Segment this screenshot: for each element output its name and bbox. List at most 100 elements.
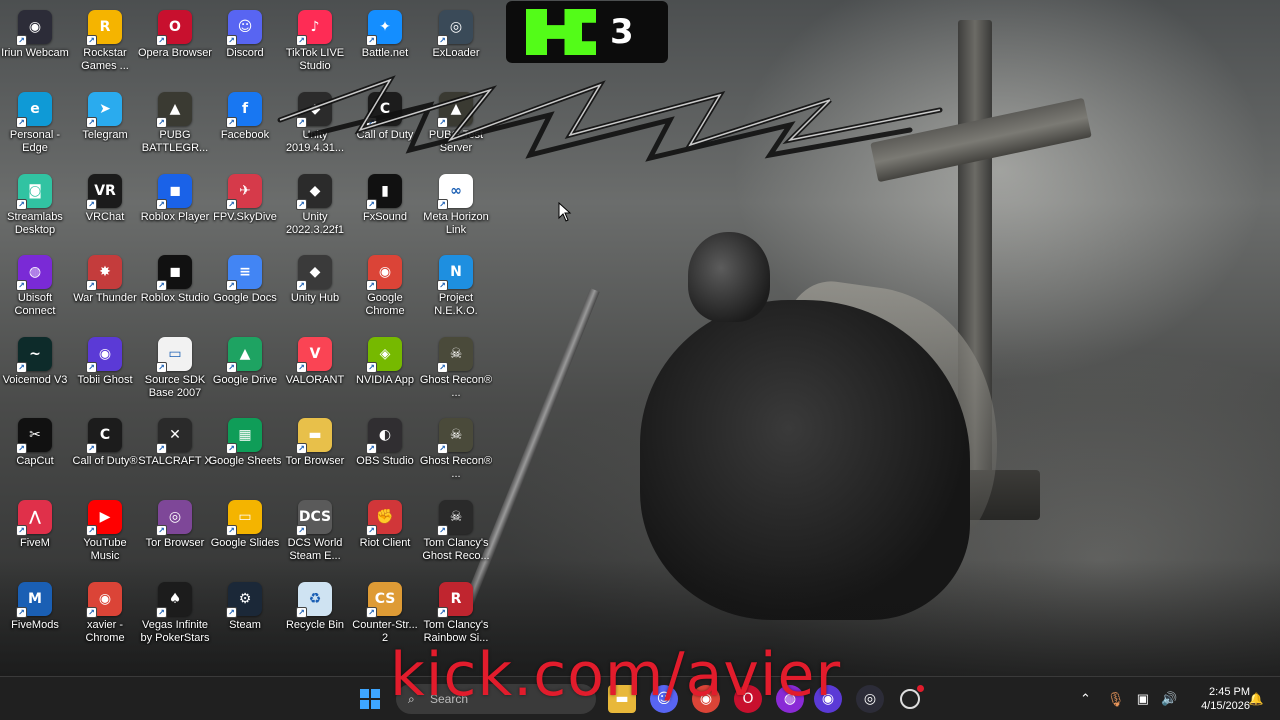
desktop-icon[interactable]: ◼ ↗ Roblox Player	[140, 170, 210, 250]
taskbar-clock[interactable]: 2:45 PM 4/15/2026	[1186, 685, 1250, 713]
desktop-icon[interactable]: ◉ ↗ Google Chrome	[350, 251, 420, 331]
desktop-icon-label: FPV.SkyDive	[213, 211, 277, 223]
iriun-taskbar-icon[interactable]: ◎	[856, 685, 884, 713]
desktop-icon[interactable]: ☠ ↗ Ghost Recon® ...	[420, 333, 492, 413]
desktop-icon[interactable]: ✸ ↗ War Thunder	[70, 251, 140, 331]
desktop-icon-label: YouTube Music	[83, 537, 127, 562]
obs-icon: ◐ ↗	[366, 418, 402, 454]
desktop-icon-label: Iriun Webcam	[1, 47, 69, 59]
shortcut-arrow-icon: ↗	[86, 35, 97, 46]
desktop-icon[interactable]: N ↗ Project N.E.K.O.	[421, 251, 491, 331]
desktop-icon[interactable]: ◐ ↗ OBS Studio	[350, 414, 420, 494]
folder-icon: ▬ ↗	[296, 418, 332, 454]
shortcut-arrow-icon: ↗	[156, 199, 167, 210]
desktop-icon[interactable]: M ↗ FiveMods	[0, 578, 70, 658]
ghost-recon-icon: ☠ ↗	[437, 337, 473, 373]
desktop-icon[interactable]: ~ ↗ Voicemod V3	[0, 333, 70, 413]
shortcut-arrow-icon: ↗	[16, 35, 27, 46]
desktop-icon[interactable]: ▲ ↗ Google Drive	[210, 333, 280, 413]
desktop-icon[interactable]: ⋀ ↗ FiveM	[0, 496, 70, 576]
valorant-icon: V ↗	[296, 337, 332, 373]
tiktok-icon: ♪ ↗	[296, 10, 332, 46]
desktop-icon[interactable]: ◉ ↗ xavier - Chrome	[70, 578, 140, 658]
desktop-icon[interactable]: ◎ ↗ Tor Browser	[140, 496, 210, 576]
tray-overflow-chevron-icon[interactable]: ⌃	[1080, 691, 1091, 707]
desktop-icon[interactable]: ◼ ↗ Roblox Studio	[140, 251, 210, 331]
desktop-icon[interactable]: ▶ ↗ YouTube Music	[70, 496, 140, 576]
ghost-recon-icon: ☠ ↗	[437, 418, 473, 454]
desktop-icon[interactable]: ♻ ↗ Recycle Bin	[280, 578, 350, 658]
desktop-icon[interactable]: ➤ ↗ Telegram	[70, 88, 140, 168]
shortcut-arrow-icon: ↗	[437, 199, 448, 210]
desktop-icon-label: Opera Browser	[138, 47, 212, 59]
shortcut-arrow-icon: ↗	[86, 443, 97, 454]
desktop-icon[interactable]: DCS ↗ DCS World Steam E...	[280, 496, 350, 576]
desktop-icon-label: NVIDIA App	[355, 374, 415, 386]
desktop-icon[interactable]: ♠ ↗ Vegas Infinite by PokerStars	[140, 578, 210, 658]
shortcut-arrow-icon: ↗	[437, 525, 448, 536]
shortcut-arrow-icon: ↗	[86, 607, 97, 618]
desktop-icon[interactable]: ▭ ↗ Source SDK Base 2007	[140, 333, 210, 413]
desktop-icon[interactable]: C ↗ Call of Duty®	[70, 414, 140, 494]
telegram-icon: ➤ ↗	[86, 92, 122, 128]
shortcut-arrow-icon: ↗	[226, 362, 237, 373]
tor-icon: ◎ ↗	[156, 500, 192, 536]
graffiti-overlay	[277, 75, 943, 162]
ubisoft-icon: ◍ ↗	[16, 255, 52, 291]
neko-icon: N ↗	[437, 255, 473, 291]
desktop-icon[interactable]: ▭ ↗ Google Slides	[210, 496, 280, 576]
desktop-icon-label: Riot Client	[359, 537, 411, 549]
shortcut-arrow-icon: ↗	[366, 443, 377, 454]
desktop-icon[interactable]: ✊ ↗ Riot Client	[350, 496, 420, 576]
desktop-icon[interactable]: VR ↗ VRChat	[70, 170, 140, 250]
capcut-icon: ✂ ↗	[16, 418, 52, 454]
desktop-icon-label: Ghost Recon® ...	[419, 455, 493, 480]
desktop-icon[interactable]: ⚙ ↗ Steam	[210, 578, 280, 658]
desktop-icon[interactable]: ☠ ↗ Ghost Recon® ...	[419, 414, 493, 494]
desktop-icon[interactable]: ≡ ↗ Google Docs	[210, 251, 280, 331]
notifications-icon[interactable]: 🔔	[1246, 685, 1266, 713]
desktop-icon[interactable]: ▲ ↗ PUBG BATTLEGR...	[140, 88, 210, 168]
shortcut-arrow-icon: ↗	[86, 117, 97, 128]
desktop-icon[interactable]: ◆ ↗ Unity 2022.3.22f1	[280, 170, 350, 250]
riot-icon: ✊ ↗	[366, 500, 402, 536]
desktop-icon[interactable]: e ↗ Personal - Edge	[0, 88, 70, 168]
desktop-icon-label: Google Drive	[212, 374, 278, 386]
shortcut-arrow-icon: ↗	[296, 525, 307, 536]
microphone-icon[interactable]: 🎙	[1107, 691, 1125, 708]
desktop-icon[interactable]: ◆ ↗ Unity Hub	[280, 251, 350, 331]
desktop-icon[interactable]: ✂ ↗ CapCut	[0, 414, 70, 494]
desktop-icon-label: VALORANT	[285, 374, 345, 386]
desktop-icon[interactable]: ▮ ↗ FxSound	[350, 170, 420, 250]
tobii-icon: ◉ ↗	[86, 337, 122, 373]
youtube-music-icon: ▶ ↗	[86, 500, 122, 536]
desktop-icon[interactable]: ◙ ↗ Streamlabs Desktop	[0, 170, 70, 250]
desktop-icon[interactable]: ✈ ↗ FPV.SkyDive	[210, 170, 280, 250]
warthunder-icon: ✸ ↗	[86, 255, 122, 291]
desktop-icon[interactable]: V ↗ VALORANT	[280, 333, 350, 413]
start-button[interactable]	[356, 685, 384, 713]
volume-icon[interactable]: 🔊	[1161, 691, 1177, 707]
desktop-icon[interactable]: O ↗ Opera Browser	[138, 6, 212, 86]
google-drive-icon: ▲ ↗	[226, 337, 262, 373]
network-icon[interactable]: ▣	[1137, 691, 1149, 707]
desktop-icon[interactable]: ◉ ↗ Iriun Webcam	[0, 6, 70, 86]
discord-icon: ☺ ↗	[226, 10, 262, 46]
desktop-icon[interactable]: R ↗ Rockstar Games ...	[70, 6, 140, 86]
desktop-icon[interactable]: ◉ ↗ Tobii Ghost	[70, 333, 140, 413]
fivem-icon: ⋀ ↗	[16, 500, 52, 536]
kick-url-overlay: kick.com/avier	[390, 640, 842, 710]
shortcut-arrow-icon: ↗	[86, 199, 97, 210]
desktop-icon[interactable]: ✕ ↗ STALCRAFT X	[138, 414, 212, 494]
desktop-icon[interactable]: ☠ ↗ Tom Clancy's Ghost Reco...	[421, 496, 491, 576]
desktop-icon[interactable]: ◍ ↗ Ubisoft Connect	[0, 251, 70, 331]
shortcut-arrow-icon: ↗	[296, 35, 307, 46]
obs-taskbar-icon[interactable]	[896, 685, 924, 713]
desktop-icon[interactable]: ∞ ↗ Meta Horizon Link	[421, 170, 491, 250]
desktop-icon-label: Ubisoft Connect	[14, 292, 56, 317]
desktop-icon[interactable]: ▬ ↗ Tor Browser	[280, 414, 350, 494]
clock-date: 4/15/2026	[1201, 700, 1250, 712]
desktop-icon[interactable]: ▦ ↗ Google Sheets	[209, 414, 281, 494]
desktop-icon[interactable]: ◈ ↗ NVIDIA App	[350, 333, 420, 413]
shortcut-arrow-icon: ↗	[156, 35, 167, 46]
